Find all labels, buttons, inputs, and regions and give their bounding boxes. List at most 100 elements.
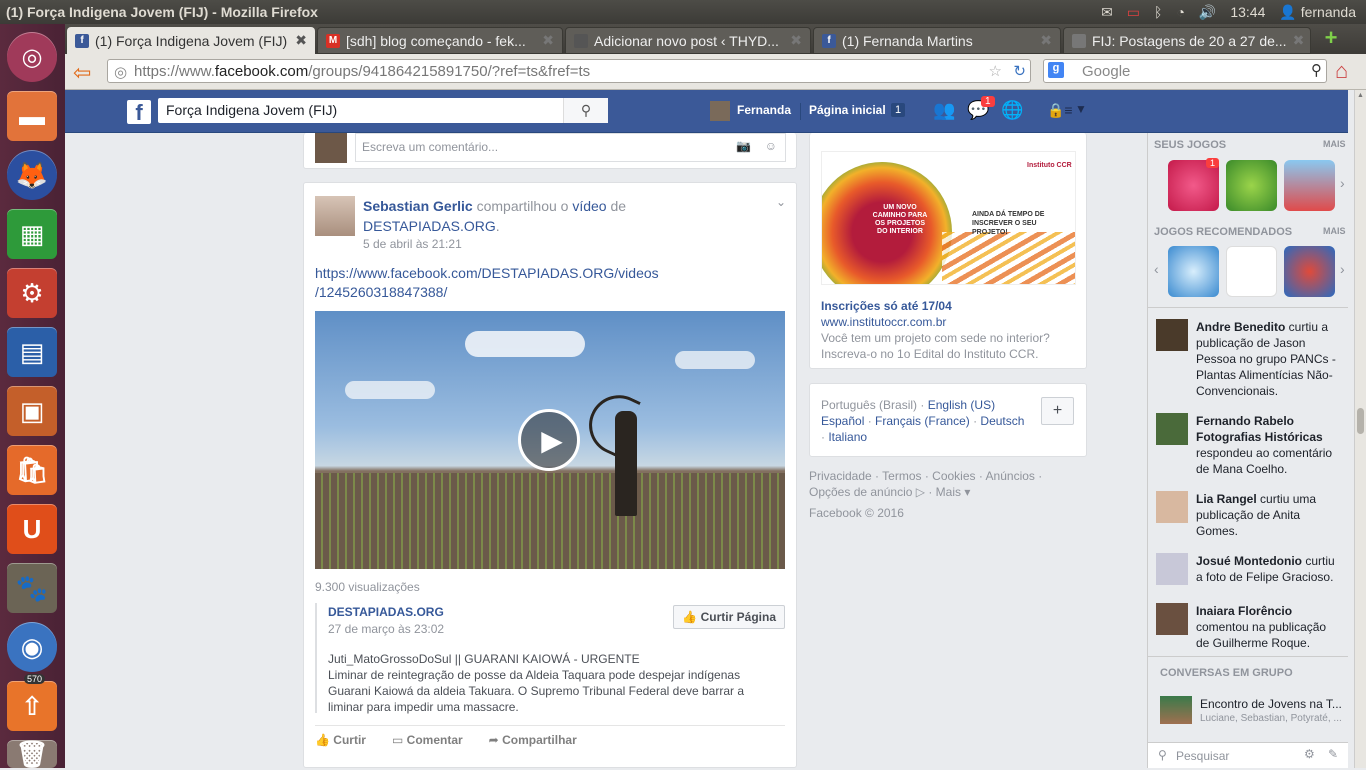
mail-icon[interactable]: ✉ xyxy=(1101,4,1113,21)
gimp-icon[interactable]: 🐾 xyxy=(7,563,57,613)
ad-title[interactable]: Inscrições só até 17/04 xyxy=(821,299,952,313)
calc-icon[interactable]: ▦ xyxy=(7,209,57,259)
updater-icon[interactable]: ⇧ xyxy=(7,681,57,731)
ad-url[interactable]: www.institutoccr.com.br xyxy=(821,315,946,329)
ticker-avatar[interactable] xyxy=(1156,413,1188,445)
notifications-globe-icon[interactable]: 🌐 xyxy=(1001,100,1023,121)
impress-icon[interactable]: ▣ xyxy=(7,386,57,436)
author-avatar[interactable] xyxy=(315,196,355,236)
footer-link-privacy[interactable]: Privacidade xyxy=(809,469,872,483)
ticker-item[interactable]: Josué Montedonio curtiu a foto de Felipe… xyxy=(1196,553,1341,585)
language-italian[interactable]: Italiano xyxy=(828,430,867,444)
ticker-item[interactable]: Andre Benedito curtiu a publicação de Ja… xyxy=(1196,319,1341,399)
share-button[interactable]: ➦ Compartilhar xyxy=(489,733,577,747)
comment-input[interactable]: Escreva um comentário... 📷 ☺ xyxy=(355,133,786,162)
post-chevron-down-icon[interactable]: ⌄ xyxy=(776,195,786,209)
angry-birds-friends-game-icon[interactable] xyxy=(1284,246,1335,297)
reload-icon[interactable]: ↻ xyxy=(1013,62,1026,80)
post-video-url-line-2[interactable]: /1245260318847388/ xyxy=(315,284,447,300)
ticker-item[interactable]: Inaiara Florêncio comentou na publicação… xyxy=(1196,603,1341,651)
tab-sdh-blog[interactable]: M [sdh] blog começando - fek... ✖ xyxy=(317,27,563,54)
close-tab-icon[interactable]: ✖ xyxy=(1040,32,1052,49)
chat-settings-gear-icon[interactable]: ⚙ xyxy=(1304,747,1315,761)
close-tab-icon[interactable]: ✖ xyxy=(790,32,802,49)
sticker-icon[interactable]: ☺ xyxy=(765,139,777,153)
chat-search-input[interactable]: Pesquisar xyxy=(1176,749,1229,763)
friend-requests-icon[interactable]: 👥 xyxy=(933,100,955,121)
close-tab-icon[interactable]: ✖ xyxy=(295,32,307,49)
footer-link-cookies[interactable]: Cookies xyxy=(932,469,975,483)
settings-icon[interactable]: ⚙ xyxy=(7,268,57,318)
language-english[interactable]: English (US) xyxy=(928,398,995,412)
millionaire-city-game-icon[interactable] xyxy=(1284,160,1335,211)
url-bar[interactable]: ◎ https://www.facebook.com/groups/941864… xyxy=(107,59,1031,83)
tab-fij-postagens[interactable]: FIJ: Postagens de 20 a 27 de... ✖ xyxy=(1063,27,1311,54)
tab-forca-indigena[interactable]: f (1) Força Indigena Jovem (FIJ) ✖ xyxy=(67,27,315,54)
battery-icon[interactable]: ▭ xyxy=(1127,4,1140,21)
footer-link-ad-choices[interactable]: Opções de anúncio xyxy=(809,485,912,499)
games-more-link[interactable]: MAIS xyxy=(1323,139,1346,149)
ticker-avatar[interactable] xyxy=(1156,319,1188,351)
search-icon[interactable]: ⚲ xyxy=(1311,61,1322,79)
profile-avatar[interactable] xyxy=(710,101,730,121)
facebook-search-input[interactable]: Força Indigena Jovem (FIJ) ⚲ xyxy=(158,98,608,123)
comment-button[interactable]: ▭ Comentar xyxy=(392,733,463,747)
clock[interactable]: 13:44 xyxy=(1230,4,1265,20)
ticker-avatar[interactable] xyxy=(1156,603,1188,635)
tab-adicionar-post[interactable]: Adicionar novo post ‹ THYD... ✖ xyxy=(565,27,811,54)
page-scrollbar[interactable]: ▲ xyxy=(1354,90,1366,768)
firefox-icon[interactable]: 🦊 xyxy=(7,150,57,200)
shared-post-time[interactable]: 27 de março às 23:02 xyxy=(328,622,444,636)
facebook-logo-icon[interactable]: f xyxy=(127,100,151,125)
games-next-chevron-icon[interactable]: › xyxy=(1340,175,1345,191)
home-link[interactable]: Página inicial xyxy=(809,103,886,117)
camera-icon[interactable]: 📷 xyxy=(736,139,751,153)
search-icon[interactable]: ⚲ xyxy=(563,98,608,123)
author-link[interactable]: Sebastian Gerlic xyxy=(363,198,473,214)
new-tab-button[interactable]: + xyxy=(1319,27,1343,50)
like-button[interactable]: 👍 Curtir xyxy=(315,733,366,747)
home-icon[interactable]: ⌂ xyxy=(1335,58,1348,84)
recommended-prev-chevron-icon[interactable]: ‹ xyxy=(1154,261,1159,277)
close-tab-icon[interactable]: ✖ xyxy=(1293,32,1305,49)
software-center-icon[interactable]: 🛍 xyxy=(7,445,57,495)
profile-link[interactable]: Fernanda xyxy=(737,103,791,117)
back-arrow-icon[interactable]: ⇦ xyxy=(73,60,91,86)
scroll-up-arrow-icon[interactable]: ▲ xyxy=(1357,92,1364,99)
footer-link-ads[interactable]: Anúncios xyxy=(986,469,1035,483)
trash-icon[interactable]: 🗑 xyxy=(7,739,57,769)
group-chat-item[interactable]: Encontro de Jovens na T... Luciane, Seba… xyxy=(1160,694,1346,726)
recommended-next-chevron-icon[interactable]: › xyxy=(1340,261,1345,277)
scrollbar-thumb[interactable] xyxy=(1357,408,1364,434)
footer-link-more[interactable]: Mais xyxy=(936,485,961,499)
post-video-url-line-1[interactable]: https://www.facebook.com/DESTAPIADAS.ORG… xyxy=(315,265,659,281)
ticker-avatar[interactable] xyxy=(1156,491,1188,523)
bookmark-star-icon[interactable]: ☆ xyxy=(989,62,1002,80)
monster-game-icon[interactable] xyxy=(1226,160,1277,211)
play-icon[interactable]: ▶ xyxy=(518,409,580,471)
files-icon[interactable]: ▬ xyxy=(7,91,57,141)
footer-link-terms[interactable]: Termos xyxy=(882,469,921,483)
page-link[interactable]: DESTAPIADAS.ORG xyxy=(363,218,496,234)
account-menu-chevron-down-icon[interactable]: ▼ xyxy=(1075,102,1087,116)
wifi-icon[interactable]: ◔ xyxy=(1176,4,1184,20)
tab-fernanda-martins[interactable]: f (1) Fernanda Martins ✖ xyxy=(813,27,1061,54)
like-page-button[interactable]: 👍 Curtir Página xyxy=(673,605,785,629)
language-french[interactable]: Français (France) xyxy=(875,414,970,428)
ad-banner-image[interactable]: UM NOVO CAMINHO PARA OS PROJETOS DO INTE… xyxy=(821,151,1076,285)
user-menu[interactable]: 👤 fernanda xyxy=(1279,4,1356,21)
writer-icon[interactable]: ▤ xyxy=(7,327,57,377)
video-link[interactable]: vídeo xyxy=(572,198,606,214)
ubuntu-one-icon[interactable]: U xyxy=(7,504,57,554)
chromium-icon[interactable]: ◉ xyxy=(7,622,57,672)
new-message-icon[interactable]: ✎ xyxy=(1328,747,1338,761)
volume-icon[interactable]: 🔊 xyxy=(1199,4,1216,21)
web-search-input[interactable]: g Google ⚲ xyxy=(1043,59,1327,83)
bluetooth-icon[interactable]: ᛒ xyxy=(1154,4,1162,20)
recommended-more-link[interactable]: MAIS xyxy=(1323,226,1346,236)
frozen-game-icon[interactable] xyxy=(1168,246,1219,297)
ticker-item[interactable]: Fernando Rabelo Fotografias Históricas r… xyxy=(1196,413,1341,477)
privacy-shortcuts-icon[interactable]: 🔒≡ xyxy=(1047,102,1073,119)
video-player[interactable]: ▶ xyxy=(315,311,785,569)
clock-game-icon[interactable] xyxy=(1226,246,1277,297)
